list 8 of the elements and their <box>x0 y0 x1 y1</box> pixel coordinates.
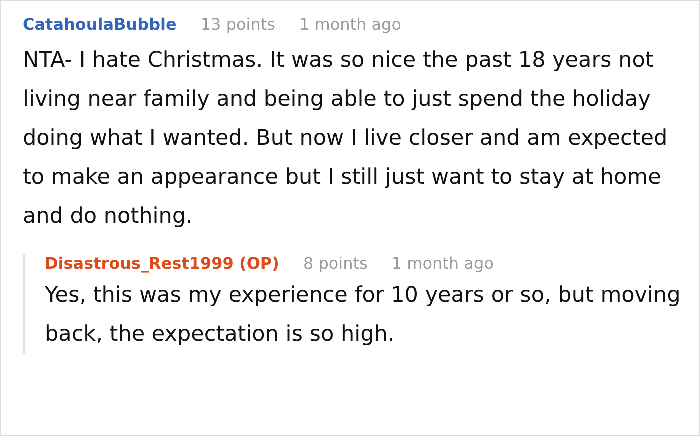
points-count: 13 points <box>200 15 276 35</box>
timestamp: 1 month ago <box>299 15 402 35</box>
comment-text: Yes, this was my experience for 10 years or so, but moving back, the expectation is so high. <box>45 282 682 349</box>
comment-text: NTA- I hate Christmas. It was so nice the past 18 years not living near family and being able to just spend the holiday doing what I wanted. But now I live closer and am expected to make an appearance but I still just want to stay at home and do nothing. <box>23 47 669 231</box>
timestamp: 1 month ago <box>392 254 494 274</box>
username-link[interactable]: Disastrous_Rest1999 (OP) <box>45 254 280 274</box>
points-count: 8 points <box>303 254 368 274</box>
username-link[interactable]: CatahoulaBubble <box>23 15 177 35</box>
